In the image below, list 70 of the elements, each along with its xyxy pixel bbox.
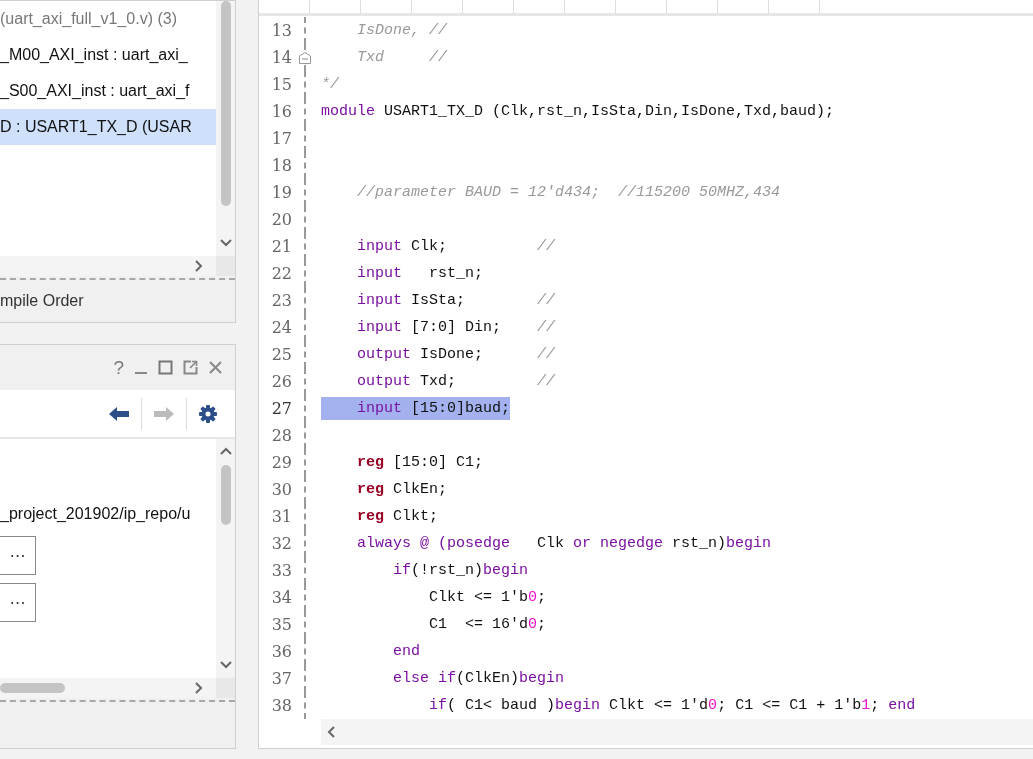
code-line: reg ClkEn;: [356, 480, 448, 501]
line-number: 26: [270, 372, 292, 392]
code-line: IsDone, //: [356, 21, 448, 42]
settings-icon[interactable]: [199, 404, 217, 423]
tree-item[interactable]: (uart_axi_full_v1_0.v) (3): [0, 1, 216, 37]
horizontal-scrollbar[interactable]: [0, 678, 216, 698]
vertical-scrollbar[interactable]: [216, 439, 235, 678]
line-number: 14: [270, 48, 292, 68]
line-number: 35: [270, 615, 292, 635]
line-number: 18: [270, 156, 292, 176]
scrollbar-thumb[interactable]: [0, 683, 65, 693]
maximize-icon[interactable]: [158, 360, 173, 375]
code-line: always @ (posedge Clk or negedge rst_n)begin: [356, 534, 772, 555]
code-line: end: [392, 642, 421, 663]
line-number: 19: [270, 183, 292, 203]
scrollbar-thumb[interactable]: [220, 1, 231, 206]
line-number: 27: [270, 399, 292, 419]
line-number: 15: [270, 75, 292, 95]
line-number: 32: [270, 534, 292, 554]
line-number: 21: [270, 237, 292, 257]
code-line: Txd //: [356, 48, 448, 69]
line-number: 17: [270, 129, 292, 149]
vertical-scrollbar[interactable]: [216, 1, 235, 256]
tree-item[interactable]: _M00_AXI_inst : uart_axi_: [0, 37, 216, 73]
float-window-icon[interactable]: [183, 360, 198, 375]
tree-item[interactable]: _S00_AXI_inst : uart_axi_f: [0, 73, 216, 109]
line-number: 34: [270, 588, 292, 608]
code-line: if( C1< baud )begin Clkt <= 1'd0; C1 <= C1 + 1'b1; end: [428, 696, 916, 717]
code-line: output IsDone; //: [356, 345, 556, 366]
code-line: input rst_n;: [356, 264, 484, 285]
back-arrow-icon[interactable]: [109, 406, 129, 421]
code-line: input [7:0] Din; //: [356, 318, 556, 339]
horizontal-scrollbar[interactable]: [0, 256, 216, 276]
browse-button[interactable]: ⋯: [0, 583, 36, 622]
line-number: 36: [270, 642, 292, 662]
line-number: 23: [270, 291, 292, 311]
code-line: */: [321, 75, 339, 96]
line-number: 33: [270, 561, 292, 581]
help-icon[interactable]: ?: [113, 358, 124, 377]
browse-button[interactable]: ⋯: [0, 536, 36, 575]
code-line: reg Clkt;: [356, 507, 439, 528]
code-line: if(!rst_n)begin: [392, 561, 529, 582]
tree-item[interactable]: D : USART1_TX_D (USAR: [0, 109, 216, 145]
line-number: 31: [270, 507, 292, 527]
tab[interactable]: mpile Order: [0, 292, 84, 310]
line-number: 28: [270, 426, 292, 446]
line-number: 29: [270, 453, 292, 473]
line-number: 30: [270, 480, 292, 500]
code-line: output Txd; //: [356, 372, 556, 393]
fold-icon[interactable]: [298, 51, 312, 66]
code-line: else if(ClkEn)begin: [392, 669, 565, 690]
line-number: 38: [270, 696, 292, 716]
line-number: 16: [270, 102, 292, 122]
code-line: C1 <= 16'd0;: [428, 615, 547, 636]
horizontal-scrollbar[interactable]: [321, 719, 1033, 745]
code-line: input IsSta; //: [356, 291, 556, 312]
code-line: reg [15:0] C1;: [356, 453, 484, 474]
line-number: 37: [270, 669, 292, 689]
line-number: 22: [270, 264, 292, 284]
code-line: //parameter BAUD = 12'd434; //115200 50MHZ,434: [356, 183, 781, 204]
code-line: module USART1_TX_D (Clk,rst_n,IsSta,Din,IsDone,Txd,baud);: [321, 102, 835, 123]
code-line: Clkt <= 1'b0;: [428, 588, 547, 609]
line-number: 25: [270, 345, 292, 365]
code-line: input Clk; //: [356, 237, 556, 258]
line-number: 24: [270, 318, 292, 338]
file-path: _project_201902/ip_repo/u: [0, 505, 192, 523]
close-icon[interactable]: [208, 360, 223, 375]
scrollbar-thumb[interactable]: [220, 465, 231, 525]
line-number: 13: [270, 21, 292, 41]
line-number: 20: [270, 210, 292, 230]
